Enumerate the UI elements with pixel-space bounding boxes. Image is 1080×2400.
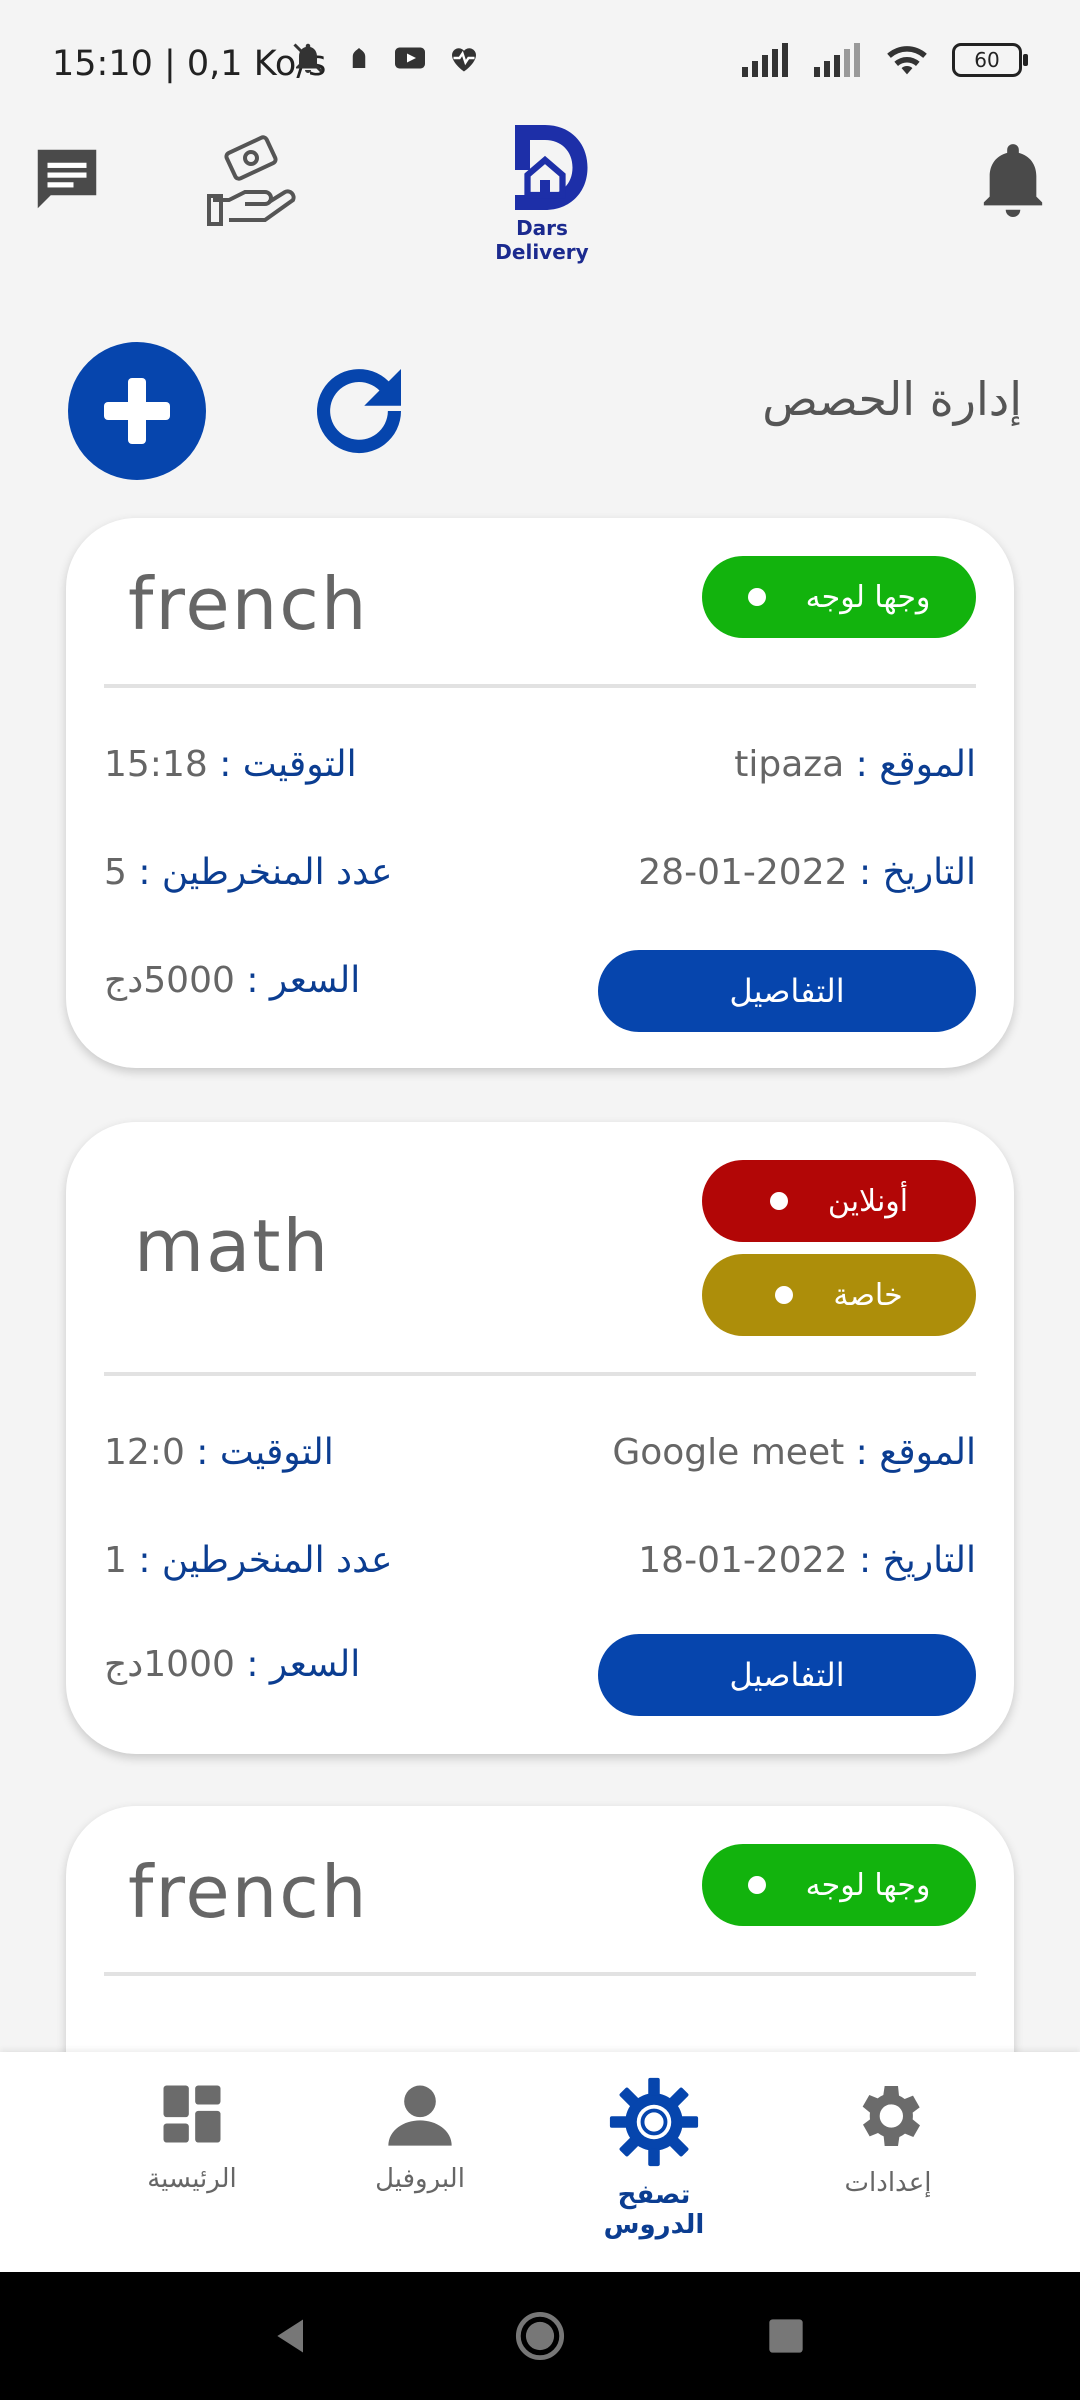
nav-home-label: الرئيسية bbox=[147, 2164, 237, 2194]
enrolled-row: عدد المنخرطين : 5 bbox=[104, 852, 392, 893]
house-logo-icon bbox=[515, 125, 588, 210]
nav-profile[interactable]: البروفيل bbox=[330, 2076, 510, 2194]
page-title: إدارة الحصص bbox=[762, 372, 1022, 426]
enrolled-label: عدد المنخرطين : bbox=[138, 852, 393, 893]
location-label: الموقع : bbox=[855, 744, 976, 785]
gear-icon bbox=[862, 2086, 920, 2146]
youtube-icon bbox=[395, 47, 425, 69]
session-mode-badge: أونلاين bbox=[702, 1160, 976, 1242]
signal-icon bbox=[742, 43, 788, 77]
time-value: 12:0 bbox=[104, 1432, 185, 1473]
badge-label: خاصة bbox=[833, 1277, 903, 1313]
nav-profile-label: البروفيل bbox=[375, 2164, 465, 2194]
session-title: french bbox=[128, 562, 369, 646]
enrolled-value: 1 bbox=[104, 1540, 127, 1581]
session-privacy-badge: خاصة bbox=[702, 1254, 976, 1336]
time-row: التوقيت : 12:0 bbox=[104, 1432, 334, 1473]
status-bar: 15:10 | 0,1 Ko/s 60 bbox=[0, 0, 1080, 130]
nav-browse-label: تصفح الدروس bbox=[603, 2180, 705, 2240]
price-value: 5000دج bbox=[104, 960, 235, 1001]
enrolled-value: 5 bbox=[104, 852, 127, 893]
session-card: math أونلاين خاصة الموقع : Google meet ا… bbox=[66, 1122, 1014, 1754]
location-row: الموقع : tipaza bbox=[734, 744, 976, 785]
session-type-badge: وجها لوجه bbox=[702, 1844, 976, 1926]
bell-off-icon bbox=[293, 43, 323, 73]
home-circle-icon[interactable] bbox=[514, 2310, 566, 2362]
add-session-button[interactable] bbox=[68, 342, 206, 480]
badge-dot bbox=[747, 588, 766, 606]
time-row: التوقيت : 15:18 bbox=[104, 744, 357, 785]
date-row: التاريخ : 2022-01-28 bbox=[638, 852, 976, 893]
time-label: التوقيت : bbox=[196, 1432, 334, 1473]
date-value: 2022-01-18 bbox=[638, 1540, 848, 1581]
logo-text: Dars Delivery bbox=[495, 216, 589, 264]
badge-dot bbox=[775, 1286, 794, 1304]
location-value: tipaza bbox=[734, 744, 845, 785]
location-label: الموقع : bbox=[855, 1432, 976, 1473]
back-icon[interactable] bbox=[270, 2314, 314, 2358]
nav-settings[interactable]: إعدادات bbox=[798, 2076, 978, 2198]
price-row: السعر : 1000دج bbox=[104, 1644, 360, 1685]
bottom-navigation: الرئيسية البروفيل تصفح الدروس إعدادات bbox=[0, 2052, 1080, 2272]
enrolled-label: عدد المنخرطين : bbox=[138, 1540, 393, 1581]
badge-dot bbox=[769, 1192, 788, 1210]
time-label: التوقيت : bbox=[219, 744, 357, 785]
divider bbox=[104, 1972, 976, 1976]
enrolled-row: عدد المنخرطين : 1 bbox=[104, 1540, 392, 1581]
price-label: السعر : bbox=[246, 1644, 361, 1685]
payment-button[interactable] bbox=[205, 132, 305, 232]
chat-icon bbox=[37, 149, 97, 209]
details-button[interactable]: التفاصيل bbox=[598, 1634, 976, 1716]
refresh-icon bbox=[317, 369, 402, 454]
heart-pulse-icon bbox=[452, 48, 476, 72]
plus-icon bbox=[104, 378, 170, 444]
hand-money-icon bbox=[207, 135, 296, 226]
session-type-badge: وجها لوجه bbox=[702, 556, 976, 638]
top-app-bar: Dars Delivery bbox=[0, 120, 1080, 264]
divider bbox=[104, 684, 976, 688]
signal-icon-2 bbox=[814, 43, 860, 77]
badge-dot bbox=[747, 1876, 766, 1894]
price-value: 1000دج bbox=[104, 1644, 235, 1685]
wifi-icon bbox=[887, 46, 927, 75]
recents-square-icon[interactable] bbox=[766, 2316, 806, 2356]
nav-home[interactable]: الرئيسية bbox=[102, 2076, 282, 2194]
session-title: french bbox=[128, 1850, 369, 1934]
person-icon bbox=[388, 2085, 452, 2146]
badge-label: أونلاين bbox=[827, 1183, 909, 1219]
location-value: Google meet bbox=[612, 1432, 845, 1473]
date-label: التاريخ : bbox=[858, 1540, 976, 1581]
details-button[interactable]: التفاصيل bbox=[598, 950, 976, 1032]
session-card: french وجها لوجه الموقع : tipaza التوقيت… bbox=[66, 518, 1014, 1068]
badge-label: وجها لوجه bbox=[805, 1867, 931, 1903]
location-row: الموقع : Google meet bbox=[612, 1432, 976, 1473]
mosque-icon bbox=[352, 48, 366, 68]
price-row: السعر : 5000دج bbox=[104, 960, 360, 1001]
bell-icon bbox=[983, 144, 1043, 217]
date-value: 2022-01-28 bbox=[638, 852, 848, 893]
date-label: التاريخ : bbox=[858, 852, 976, 893]
browse-gear-icon bbox=[609, 2077, 699, 2167]
dashboard-icon bbox=[163, 2085, 221, 2143]
price-label: السعر : bbox=[246, 960, 361, 1001]
refresh-button[interactable] bbox=[296, 348, 422, 474]
badge-label: وجها لوجه bbox=[805, 579, 931, 615]
session-title: math bbox=[134, 1204, 331, 1288]
time-value: 15:18 bbox=[104, 744, 208, 785]
system-navigation-bar bbox=[0, 2272, 1080, 2400]
status-system-icons: 60 bbox=[740, 42, 1028, 78]
status-notification-icons bbox=[290, 40, 482, 76]
messages-button[interactable] bbox=[28, 140, 106, 218]
status-time: 15:10 | 0,1 Ko/s bbox=[52, 44, 327, 84]
nav-browse-lessons[interactable]: تصفح الدروس bbox=[564, 2076, 744, 2240]
date-row: التاريخ : 2022-01-18 bbox=[638, 1540, 976, 1581]
notifications-button[interactable] bbox=[978, 142, 1048, 222]
divider bbox=[104, 1372, 976, 1376]
nav-settings-label: إعدادات bbox=[844, 2168, 932, 2198]
battery-indicator: 60 bbox=[952, 43, 1028, 77]
